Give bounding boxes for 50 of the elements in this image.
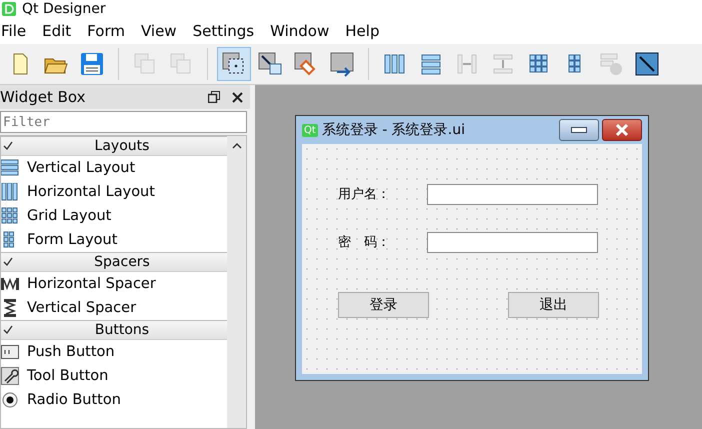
input-field[interactable]: [427, 184, 598, 204]
window-title: Qt Designer: [22, 1, 106, 17]
widget-list-item[interactable]: Tool Button: [27, 368, 108, 384]
category-header[interactable]: Spacers: [1, 252, 227, 272]
menu-item[interactable]: View: [140, 22, 184, 40]
menu-item[interactable]: File: [0, 22, 34, 40]
widget-list-item[interactable]: Vertical Spacer: [27, 300, 136, 316]
menu-item[interactable]: Edit: [41, 22, 78, 40]
category-header[interactable]: Buttons: [1, 320, 227, 340]
field-label: 用户名：: [338, 186, 391, 203]
push-icon: [1, 343, 19, 361]
app-logo: Qt: [302, 124, 318, 136]
menu-item[interactable]: Help: [344, 22, 386, 40]
tool-icon: [1, 367, 19, 385]
check-icon: [3, 325, 13, 335]
close-icon: [613, 123, 631, 137]
widget-list-item[interactable]: Horizontal Spacer: [27, 276, 156, 292]
category-header[interactable]: Layouts: [1, 136, 227, 156]
close-icon[interactable]: [232, 92, 243, 102]
form-button[interactable]: 登录: [338, 292, 429, 318]
form-button[interactable]: 退出: [508, 292, 599, 318]
field-label: 密 码：: [338, 234, 391, 251]
arrow-to-box-icon: [257, 51, 283, 77]
hlayout-icon: [1, 183, 19, 201]
input-field[interactable]: [427, 232, 598, 252]
grid-icon: [1, 207, 19, 225]
widget-list-item[interactable]: Vertical Layout: [27, 160, 136, 176]
widget-list-item[interactable]: Radio Button: [27, 392, 121, 408]
close-button[interactable]: [602, 119, 642, 141]
widget-list-item[interactable]: Push Button: [27, 344, 115, 360]
widget-list-item[interactable]: Form Layout: [27, 232, 118, 248]
break-layout-icon: [598, 51, 624, 77]
check-icon: [3, 141, 13, 151]
widget-list-item[interactable]: Grid Layout: [27, 208, 112, 224]
check-icon: [3, 257, 13, 267]
float-icon[interactable]: [208, 91, 220, 103]
vlayout-icon: [1, 159, 19, 177]
form-window-title: 系统登录 - 系统登录.ui: [322, 121, 466, 139]
widgets-tool-button[interactable]: [217, 47, 251, 81]
menu-item[interactable]: Window: [269, 22, 336, 40]
widget-list-item[interactable]: Horizontal Layout: [27, 184, 155, 200]
hspacer-icon: [1, 275, 19, 293]
panel-title: Widget Box: [0, 88, 86, 106]
menu-item[interactable]: Settings: [192, 22, 262, 40]
minimize-button[interactable]: [559, 119, 599, 141]
menu-item[interactable]: Form: [86, 22, 132, 40]
filter-field[interactable]: Filter: [0, 111, 247, 133]
vspacer-icon: [1, 299, 19, 317]
scroll-bar[interactable]: [227, 136, 246, 428]
tab-order-icon: [329, 51, 355, 77]
